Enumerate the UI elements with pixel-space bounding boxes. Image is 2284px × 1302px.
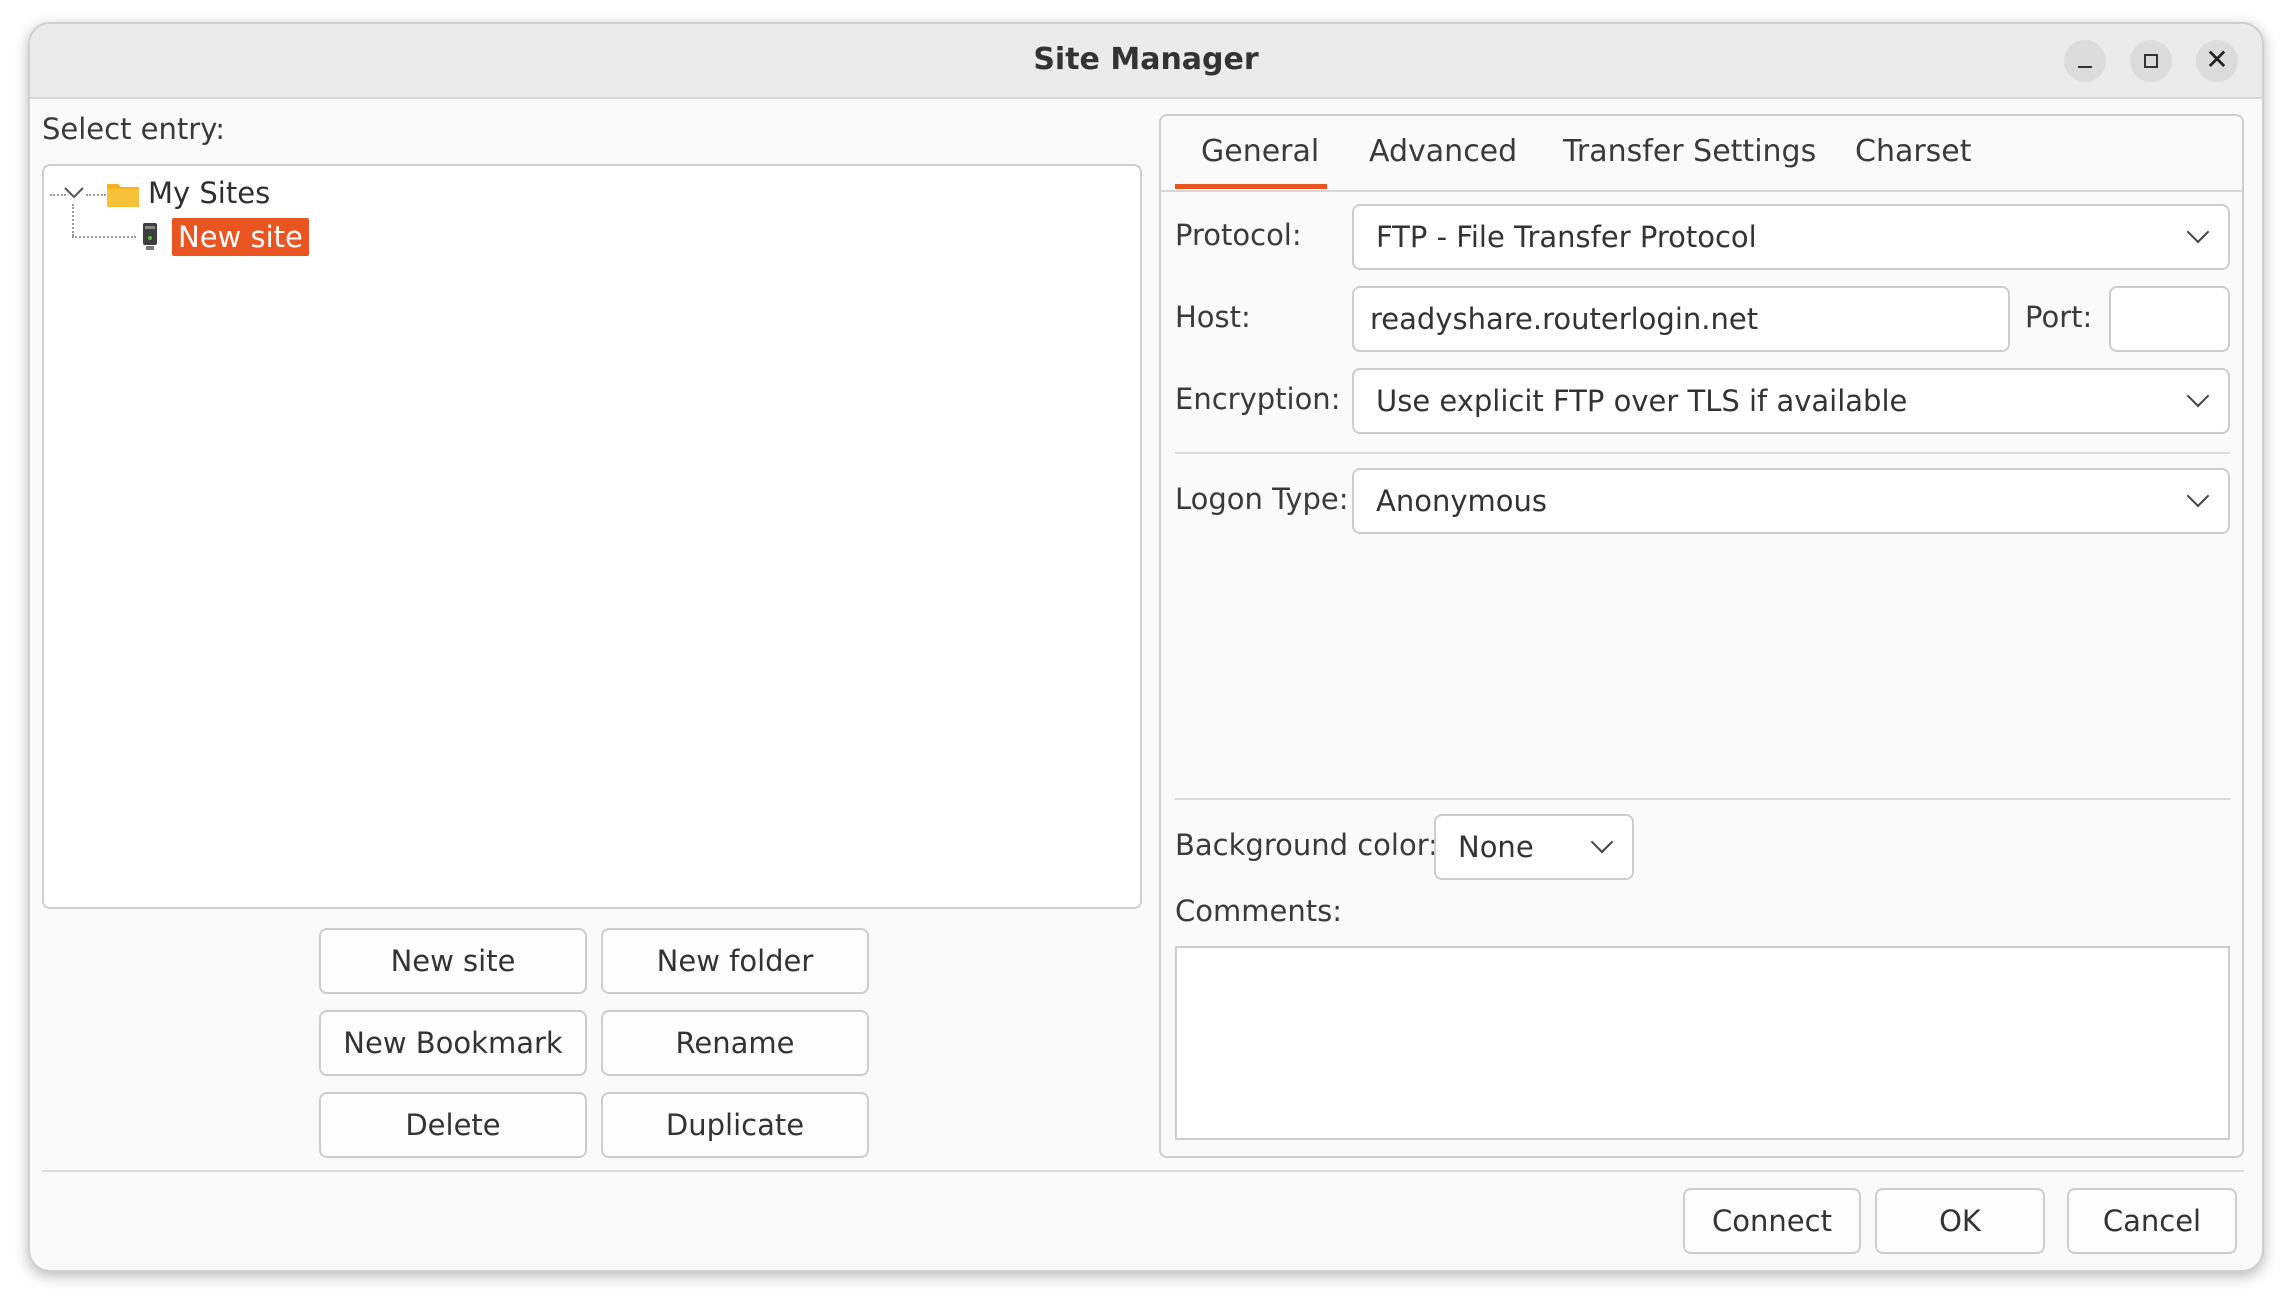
minimize-icon [2078, 66, 2092, 68]
tab-transfer-settings[interactable]: Transfer Settings [1563, 134, 1816, 169]
minimize-button[interactable] [2064, 40, 2106, 82]
folder-icon [107, 184, 139, 207]
close-icon: ✕ [2205, 43, 2229, 76]
encryption-value: Use explicit FTP over TLS if available [1376, 384, 1908, 418]
protocol-select[interactable]: FTP - File Transfer Protocol [1352, 204, 2230, 270]
tab-bar: General Advanced Transfer Settings Chars… [1161, 116, 2242, 192]
port-input[interactable] [2109, 286, 2230, 352]
tree-connector [86, 194, 106, 196]
chevron-down-icon [1590, 830, 1614, 854]
port-label: Port: [2025, 300, 2093, 334]
background-color-value: None [1458, 830, 1534, 864]
tab-advanced[interactable]: Advanced [1369, 134, 1517, 169]
maximize-icon [2144, 54, 2158, 68]
server-icon [143, 223, 157, 250]
chevron-down-icon [2186, 484, 2210, 508]
tree-item-new-site[interactable]: New site [172, 218, 309, 256]
title-bar[interactable]: Site Manager ✕ [30, 24, 2262, 99]
protocol-label: Protocol: [1175, 218, 1302, 252]
ok-button[interactable]: OK [1875, 1188, 2045, 1254]
active-tab-indicator [1175, 184, 1327, 189]
logon-type-select[interactable]: Anonymous [1352, 468, 2230, 534]
new-bookmark-button[interactable]: New Bookmark [319, 1010, 587, 1076]
encryption-select[interactable]: Use explicit FTP over TLS if available [1352, 368, 2230, 434]
divider [1175, 798, 2230, 800]
host-label: Host: [1175, 300, 1251, 334]
cancel-button[interactable]: Cancel [2067, 1188, 2237, 1254]
background-color-label: Background color: [1175, 828, 1438, 862]
close-button[interactable]: ✕ [2196, 40, 2238, 82]
chevron-down-icon[interactable] [62, 184, 86, 202]
connect-button[interactable]: Connect [1683, 1188, 1861, 1254]
comments-label: Comments: [1175, 894, 1342, 928]
duplicate-button[interactable]: Duplicate [601, 1092, 869, 1158]
rename-button[interactable]: Rename [601, 1010, 869, 1076]
tree-connector [72, 204, 74, 236]
divider [1175, 452, 2230, 454]
protocol-value: FTP - File Transfer Protocol [1376, 220, 1757, 254]
tab-charset[interactable]: Charset [1855, 134, 1972, 169]
window-title: Site Manager [1033, 42, 1259, 77]
chevron-down-icon [2186, 384, 2210, 408]
logon-type-label: Logon Type: [1175, 482, 1349, 516]
logon-type-value: Anonymous [1376, 484, 1547, 518]
chevron-down-icon [2186, 220, 2210, 244]
site-tree[interactable]: My Sites New site [42, 164, 1142, 909]
site-manager-window: Site Manager ✕ Select entry: My Sites Ne… [28, 22, 2264, 1272]
new-folder-button[interactable]: New folder [601, 928, 869, 994]
select-entry-label: Select entry: [42, 112, 226, 146]
footer-divider [42, 1170, 2244, 1172]
maximize-button[interactable] [2130, 40, 2172, 82]
host-input[interactable]: readyshare.routerlogin.net [1352, 286, 2010, 352]
delete-button[interactable]: Delete [319, 1092, 587, 1158]
comments-textarea[interactable] [1175, 946, 2230, 1140]
tree-connector [72, 236, 136, 238]
background-color-select[interactable]: None [1434, 814, 1634, 880]
tab-general[interactable]: General [1201, 134, 1319, 169]
new-site-button[interactable]: New site [319, 928, 587, 994]
tree-item-my-sites[interactable]: My Sites [148, 176, 270, 210]
encryption-label: Encryption: [1175, 382, 1341, 416]
site-settings-panel: General Advanced Transfer Settings Chars… [1159, 114, 2244, 1158]
